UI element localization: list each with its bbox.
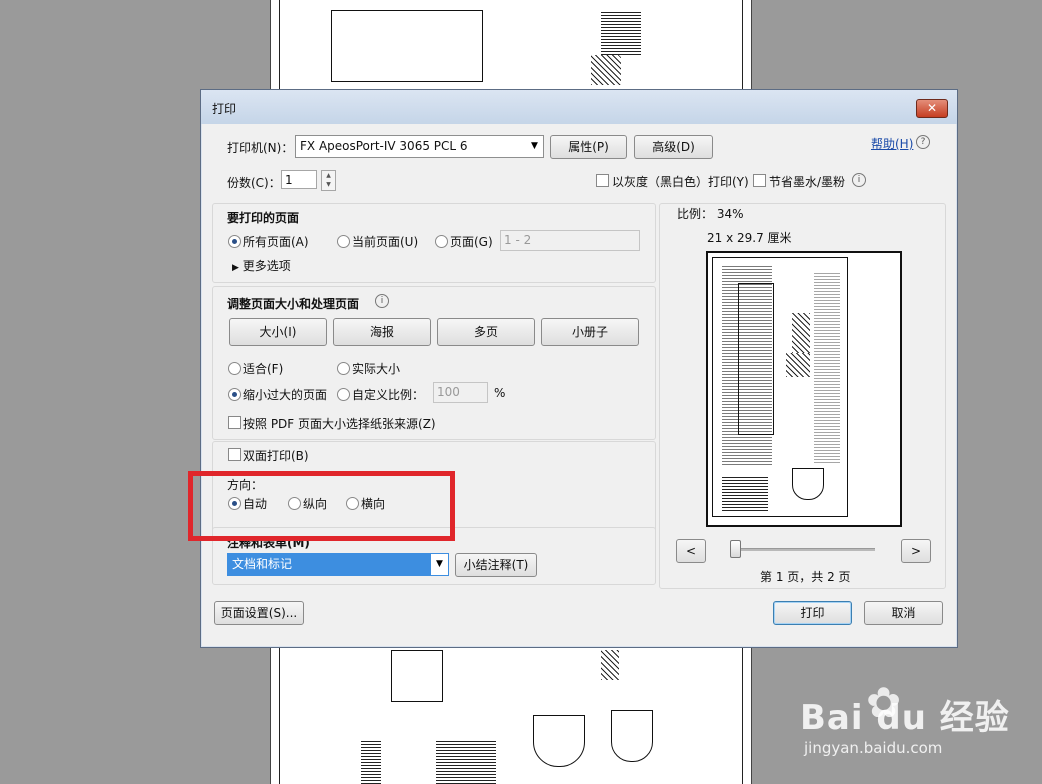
drawing-hatch [601, 650, 619, 680]
cancel-button[interactable]: 取消 [864, 601, 943, 625]
copies-input[interactable]: 1 [281, 170, 317, 189]
drawing-table [436, 740, 496, 784]
shrink-radio[interactable] [228, 388, 241, 401]
dialog-titlebar[interactable]: 打印 ✕ [201, 90, 957, 124]
pages-section-title: 要打印的页面 [227, 211, 300, 225]
info-icon[interactable]: i [852, 173, 866, 187]
drawing-hatch [591, 55, 621, 85]
all-pages-radio[interactable] [228, 235, 241, 248]
current-page-label: 当前页面(U) [352, 235, 419, 249]
more-options-label: 更多选项 [242, 259, 291, 273]
shrink-label: 缩小过大的页面 [243, 388, 328, 402]
watermark-url: jingyan.baidu.com [804, 739, 943, 757]
poster-button[interactable]: 海报 [333, 318, 431, 346]
printer-label: 打印机(N)： [227, 141, 294, 155]
drawing-block [611, 710, 653, 762]
custom-scale-radio[interactable] [337, 388, 350, 401]
preview-drawing [738, 283, 774, 435]
help-link[interactable]: 帮助(H) [871, 135, 913, 152]
watermark-logo: Bai du 经验 [800, 698, 1010, 738]
grayscale-label: 以灰度（黑白色）打印(Y) [612, 175, 749, 189]
preview-next-button[interactable]: > [901, 539, 931, 563]
booklet-button[interactable]: 小册子 [541, 318, 639, 346]
all-pages-label: 所有页面(A) [243, 235, 309, 249]
drawing-table [361, 740, 381, 784]
summarize-comments-button[interactable]: 小结注释(T) [455, 553, 537, 577]
print-button[interactable]: 打印 [773, 601, 852, 625]
printer-value: FX ApeosPort-IV 3065 PCL 6 [300, 139, 468, 153]
preview-size: 21 x 29.7 厘米 [707, 231, 792, 245]
printer-select[interactable]: FX ApeosPort-IV 3065 PCL 6 ▼ [295, 135, 544, 158]
more-options-toggle[interactable]: ▶ 更多选项 [232, 257, 291, 274]
size-button[interactable]: 大小(I) [229, 318, 327, 346]
print-dialog: 打印 ✕ 打印机(N)： FX ApeosPort-IV 3065 PCL 6 … [200, 89, 958, 648]
drawing-block [533, 715, 585, 767]
triangle-right-icon: ▶ [232, 263, 239, 273]
copies-spinner[interactable]: ▲ ▼ [321, 170, 336, 191]
dialog-body: 打印机(N)： FX ApeosPort-IV 3065 PCL 6 ▼ 属性(… [210, 124, 948, 638]
comments-value: 文档和标记 [228, 554, 431, 575]
page-setup-button[interactable]: 页面设置(S)... [214, 601, 304, 625]
pages-label: 页面(G) [450, 235, 493, 249]
orientation-highlight-box [188, 471, 455, 541]
advanced-button[interactable]: 高级(D) [634, 135, 713, 159]
preview-drawing [814, 273, 840, 463]
drawing-lines [601, 10, 641, 55]
chevron-down-icon: ▼ [436, 559, 443, 569]
info-icon[interactable]: i [375, 294, 389, 308]
current-page-radio[interactable] [337, 235, 350, 248]
comments-select[interactable]: 文档和标记 ▼ [227, 553, 449, 576]
preview-scale: 比例： 34% [677, 207, 744, 221]
close-button[interactable]: ✕ [916, 99, 948, 118]
duplex-label: 双面打印(B) [243, 449, 309, 463]
grayscale-checkbox[interactable] [596, 174, 609, 187]
multiple-button[interactable]: 多页 [437, 318, 535, 346]
save-ink-label: 节省墨水/墨粉 [769, 175, 846, 189]
preview-slider-track[interactable] [730, 548, 875, 551]
fit-radio[interactable] [228, 362, 241, 375]
actual-size-label: 实际大小 [352, 362, 401, 376]
properties-button[interactable]: 属性(P) [550, 135, 627, 159]
drawing-block [391, 650, 443, 702]
preview-thumbnail [706, 251, 902, 527]
drawing-block [331, 10, 483, 82]
custom-scale-input[interactable]: 100 [433, 382, 488, 403]
pages-radio[interactable] [435, 235, 448, 248]
duplex-checkbox[interactable] [228, 448, 241, 461]
copies-label: 份数(C)： [227, 176, 281, 190]
baidu-watermark: ✿ Bai du 经验 jingyan.baidu.com [800, 678, 1010, 757]
paper-source-label: 按照 PDF 页面大小选择纸张来源(Z) [243, 417, 436, 431]
pages-range-input[interactable]: 1 - 2 [500, 230, 640, 251]
preview-table [722, 475, 768, 511]
percent-label: % [494, 386, 506, 400]
preview-slider-thumb[interactable] [730, 540, 741, 558]
preview-hatch [792, 313, 810, 353]
fit-label: 适合(F) [243, 362, 284, 376]
actual-size-radio[interactable] [337, 362, 350, 375]
help-icon[interactable]: ? [916, 135, 930, 149]
sizing-section-title: 调整页面大小和处理页面 [227, 297, 360, 311]
paper-source-checkbox[interactable] [228, 416, 241, 429]
preview-hatch [786, 353, 810, 377]
save-ink-checkbox[interactable] [753, 174, 766, 187]
preview-page-info: 第 1 页，共 2 页 [760, 570, 851, 584]
preview-prev-button[interactable]: < [676, 539, 706, 563]
dialog-title: 打印 [212, 102, 237, 116]
paw-icon: ✿ [866, 678, 902, 727]
chevron-down-icon: ▼ [531, 141, 538, 151]
preview-drawing [792, 468, 824, 500]
custom-scale-label: 自定义比例： [352, 388, 425, 402]
